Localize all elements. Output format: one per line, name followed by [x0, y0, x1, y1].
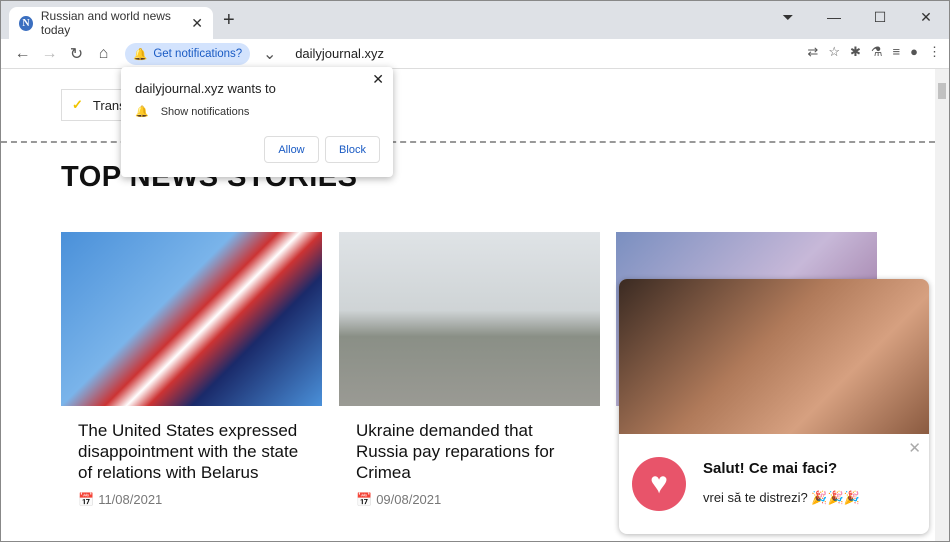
article-title[interactable]: Ukraine demanded that Russia pay reparat… [356, 420, 583, 483]
close-tab-icon[interactable]: ✕ [191, 15, 203, 32]
extensions-icon[interactable]: ✱ [850, 44, 861, 60]
notification-permission-popup: ✕ dailyjournal.xyz wants to 🔔 Show notifi… [121, 67, 393, 177]
allow-button[interactable]: Allow [264, 136, 319, 163]
chip-label: Get notifications? [153, 47, 243, 60]
chevron-down-icon[interactable]: ⌄ [256, 44, 283, 64]
tab-title: Russian and world news today [40, 9, 171, 37]
favicon-icon: N [19, 15, 33, 31]
forward-button[interactable]: → [36, 45, 63, 63]
back-button[interactable]: ← [9, 45, 36, 63]
toolbar: ← → ↻ ⌂ 🔔 Get notifications? ⌄ dailyjourn… [1, 39, 949, 69]
calendar-icon: 📅 [356, 492, 373, 507]
ad-text: vrei să te distrezi? 🎉🎉🎉 [703, 490, 860, 505]
minimize-button[interactable]: — [811, 1, 857, 33]
new-tab-button[interactable]: + [223, 9, 235, 32]
bell-icon: 🔔 [133, 48, 148, 61]
browser-tab[interactable]: N Russian and world news today ✕ [9, 7, 213, 39]
block-button[interactable]: Block [325, 136, 380, 163]
home-button[interactable]: ⌂ [90, 45, 117, 63]
maximize-button[interactable]: ☐ [857, 1, 903, 33]
tab-bar: N Russian and world news today ✕ + ⏷ — ☐… [1, 1, 949, 39]
article-image[interactable] [61, 232, 322, 406]
calendar-icon: 📅 [78, 492, 95, 507]
close-icon[interactable]: ✕ [372, 71, 384, 88]
popup-title: dailyjournal.xyz wants to [135, 81, 276, 96]
avatar[interactable]: ● [910, 44, 918, 60]
ad-image[interactable] [619, 279, 929, 434]
article-card[interactable]: The United States expressed disappointme… [61, 232, 322, 507]
address-bar[interactable]: dailyjournal.xyz [295, 46, 384, 61]
get-notifications-chip[interactable]: 🔔 Get notifications? [125, 42, 251, 65]
check-icon: ✓ [72, 97, 83, 112]
permission-row: 🔔 Show notifications [135, 106, 250, 118]
article-date: 📅 09/08/2021 [356, 492, 442, 507]
ad-notification[interactable]: ✕ ♥ Salut! Ce mai faci? vrei să te distr… [619, 279, 929, 534]
article-image[interactable] [339, 232, 600, 406]
reload-button[interactable]: ↻ [63, 44, 90, 64]
article-card[interactable]: Ukraine demanded that Russia pay reparat… [339, 232, 600, 507]
scrollbar[interactable] [935, 69, 949, 541]
menu-icon[interactable]: ⋮ [928, 44, 941, 60]
bookmark-star-icon[interactable]: ☆ [828, 44, 840, 60]
profile-menu-icon[interactable]: ⏷ [765, 1, 811, 33]
translate-icon[interactable]: ⇄ [807, 44, 818, 60]
article-title[interactable]: The United States expressed disappointme… [78, 420, 305, 483]
close-icon[interactable]: ✕ [908, 439, 921, 457]
heart-icon: ♥ [632, 457, 686, 511]
bell-icon: 🔔 [135, 106, 149, 118]
article-date: 📅 11/08/2021 [78, 492, 163, 507]
reading-list-icon[interactable]: ≡ [893, 44, 901, 60]
labs-icon[interactable]: ⚗ [871, 44, 883, 60]
close-window-button[interactable]: ✕ [903, 1, 949, 33]
ad-title: Salut! Ce mai faci? [703, 460, 838, 477]
